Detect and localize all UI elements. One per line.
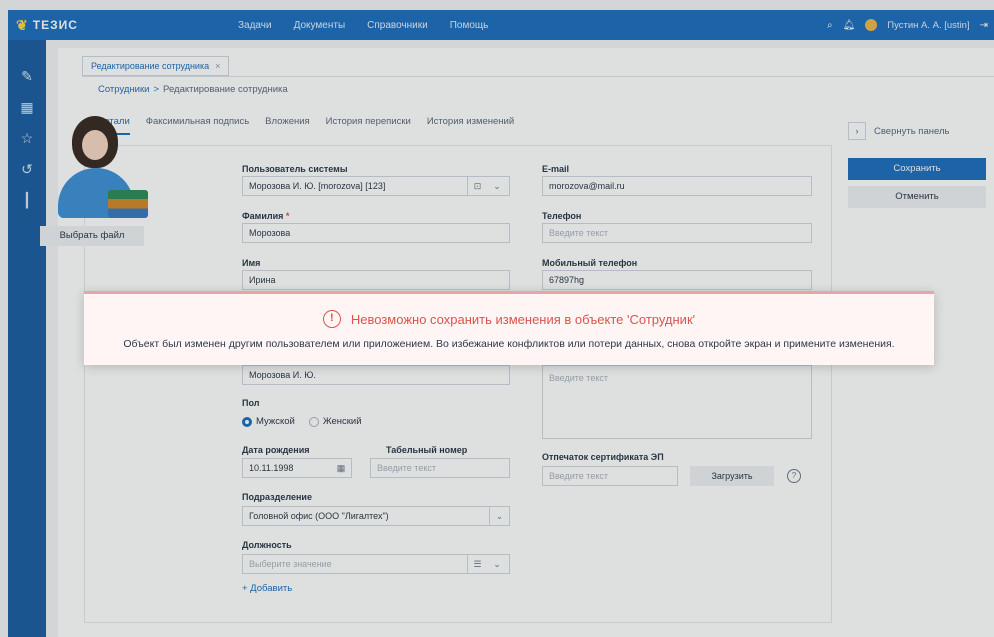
notification-title: Невозможно сохранить изменения в объекте… [350,311,696,327]
notification-message: Объект был изменен другим пользователем … [123,338,895,350]
error-notification[interactable]: ! Невозможно сохранить изменения в объек… [84,291,934,365]
warning-icon: ! [322,310,341,328]
notification-header: ! Невозможно сохранить изменения в объек… [84,310,934,328]
